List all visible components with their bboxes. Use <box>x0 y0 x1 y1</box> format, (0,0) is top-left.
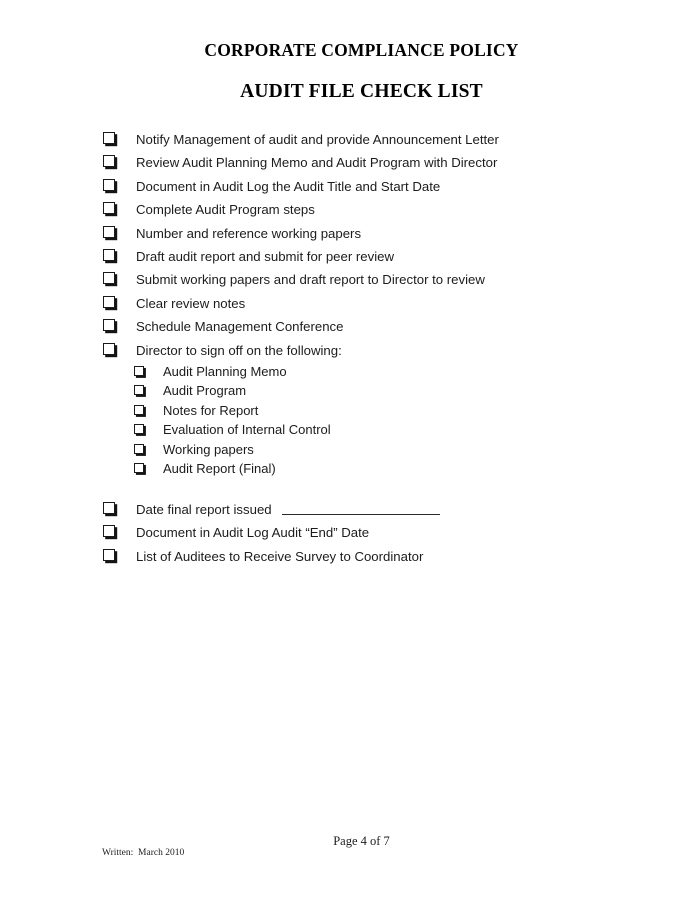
checklist-row[interactable]: Date final report issued <box>0 498 695 521</box>
checklist-row[interactable]: Schedule Management Conference <box>0 315 695 338</box>
checkbox-icon[interactable] <box>103 132 115 144</box>
checklist-item-label: Number and reference working papers <box>136 225 362 241</box>
checkbox-icon[interactable] <box>103 178 115 191</box>
page-number: Page 4 of 7 <box>333 834 390 848</box>
checklist-row[interactable]: Review Audit Planning Memo and Audit Pro… <box>0 151 695 174</box>
checkbox-icon[interactable] <box>103 272 115 285</box>
checklist-row[interactable]: Document in Audit Log Audit “End” Date <box>0 521 695 544</box>
checklist-row[interactable]: Notes for Report <box>0 401 695 421</box>
checklist-row[interactable]: Complete Audit Program steps <box>0 198 695 221</box>
checklist-item-label: Document in Audit Log the Audit Title an… <box>136 178 441 194</box>
checklist-row[interactable]: Audit Planning Memo <box>0 362 695 382</box>
checkbox-icon[interactable] <box>103 155 115 168</box>
checkbox-icon[interactable] <box>103 525 115 538</box>
checklist-item-label: Notify Management of audit and provide A… <box>136 132 499 147</box>
checkbox-icon[interactable] <box>134 443 144 454</box>
checkbox-icon[interactable] <box>103 319 115 332</box>
checklist-main-group: Notify Management of audit and provide A… <box>0 128 695 362</box>
checklist-item-label: Audit Report (Final) <box>163 461 276 477</box>
checklist-item-label: List of Auditees to Receive Survey to Co… <box>136 548 424 564</box>
checkbox-icon[interactable] <box>103 202 115 215</box>
checkbox-icon[interactable] <box>103 295 115 308</box>
checklist-row[interactable]: List of Auditees to Receive Survey to Co… <box>0 545 695 568</box>
checklist-row[interactable]: Number and reference working papers <box>0 222 695 245</box>
checklist-sub-group: Audit Planning Memo Audit Program Notes fo… <box>0 362 695 479</box>
checkbox-icon[interactable] <box>134 424 144 435</box>
checkbox-icon[interactable] <box>103 248 115 261</box>
checkbox-icon[interactable] <box>134 463 144 474</box>
checklist-closing-group: Date final report issued Document in Audi… <box>0 479 695 568</box>
checkbox-icon[interactable] <box>134 385 144 396</box>
checkbox-icon[interactable] <box>103 548 115 561</box>
checklist-item-label: Working papers <box>163 441 254 457</box>
checklist-item-label: Complete Audit Program steps <box>136 202 315 218</box>
checklist-item-label: Draft audit report and submit for peer r… <box>136 248 395 264</box>
page-title-secondary: AUDIT FILE CHECK LIST <box>240 81 483 102</box>
checklist-row[interactable]: Audit Program <box>0 381 695 401</box>
checklist-row[interactable]: Clear review notes <box>0 292 695 315</box>
checklist-item-label: Submit working papers and draft report t… <box>136 272 485 288</box>
checklist-item-label: Review Audit Planning Memo and Audit Pro… <box>136 155 498 171</box>
checklist-row[interactable]: Submit working papers and draft report t… <box>0 268 695 291</box>
checklist-item-label: Notes for Report <box>163 402 259 418</box>
checklist-item-label: Audit Planning Memo <box>163 363 287 379</box>
checkbox-icon[interactable] <box>103 501 115 514</box>
checklist-row[interactable]: Draft audit report and submit for peer r… <box>0 245 695 268</box>
checkbox-icon[interactable] <box>103 225 115 238</box>
document-page: CORPORATE COMPLIANCE POLICY AUDIT FILE C… <box>0 0 695 900</box>
audit-checklist: Notify Management of audit and provide A… <box>0 128 695 568</box>
checkbox-icon[interactable] <box>103 342 115 355</box>
written-date-note: Written: March 2010 <box>102 848 185 858</box>
checklist-row[interactable]: Working papers <box>0 440 695 460</box>
checklist-item-label: Date final report issued <box>136 501 272 517</box>
checklist-item-label: Document in Audit Log Audit “End” Date <box>136 525 370 541</box>
checklist-row[interactable]: Audit Report (Final) <box>0 459 695 479</box>
checklist-row[interactable]: Notify Management of audit and provide A… <box>0 128 695 151</box>
checklist-row[interactable]: Evaluation of Internal Control <box>0 420 695 440</box>
checkbox-icon[interactable] <box>134 404 144 415</box>
page-title-primary: CORPORATE COMPLIANCE POLICY <box>204 40 519 60</box>
checklist-row[interactable]: Document in Audit Log the Audit Title an… <box>0 175 695 198</box>
checkbox-icon[interactable] <box>134 365 144 376</box>
checklist-item-label: Clear review notes <box>136 295 246 311</box>
checklist-item-label: Director to sign off on the following: <box>136 342 342 358</box>
checklist-row[interactable]: Director to sign off on the following: <box>0 339 695 362</box>
checklist-item-label: Schedule Management Conference <box>136 319 344 335</box>
checklist-item-label: Audit Program <box>163 383 247 399</box>
fill-in-blank-rule[interactable] <box>282 513 440 515</box>
checklist-item-label: Evaluation of Internal Control <box>163 422 331 438</box>
